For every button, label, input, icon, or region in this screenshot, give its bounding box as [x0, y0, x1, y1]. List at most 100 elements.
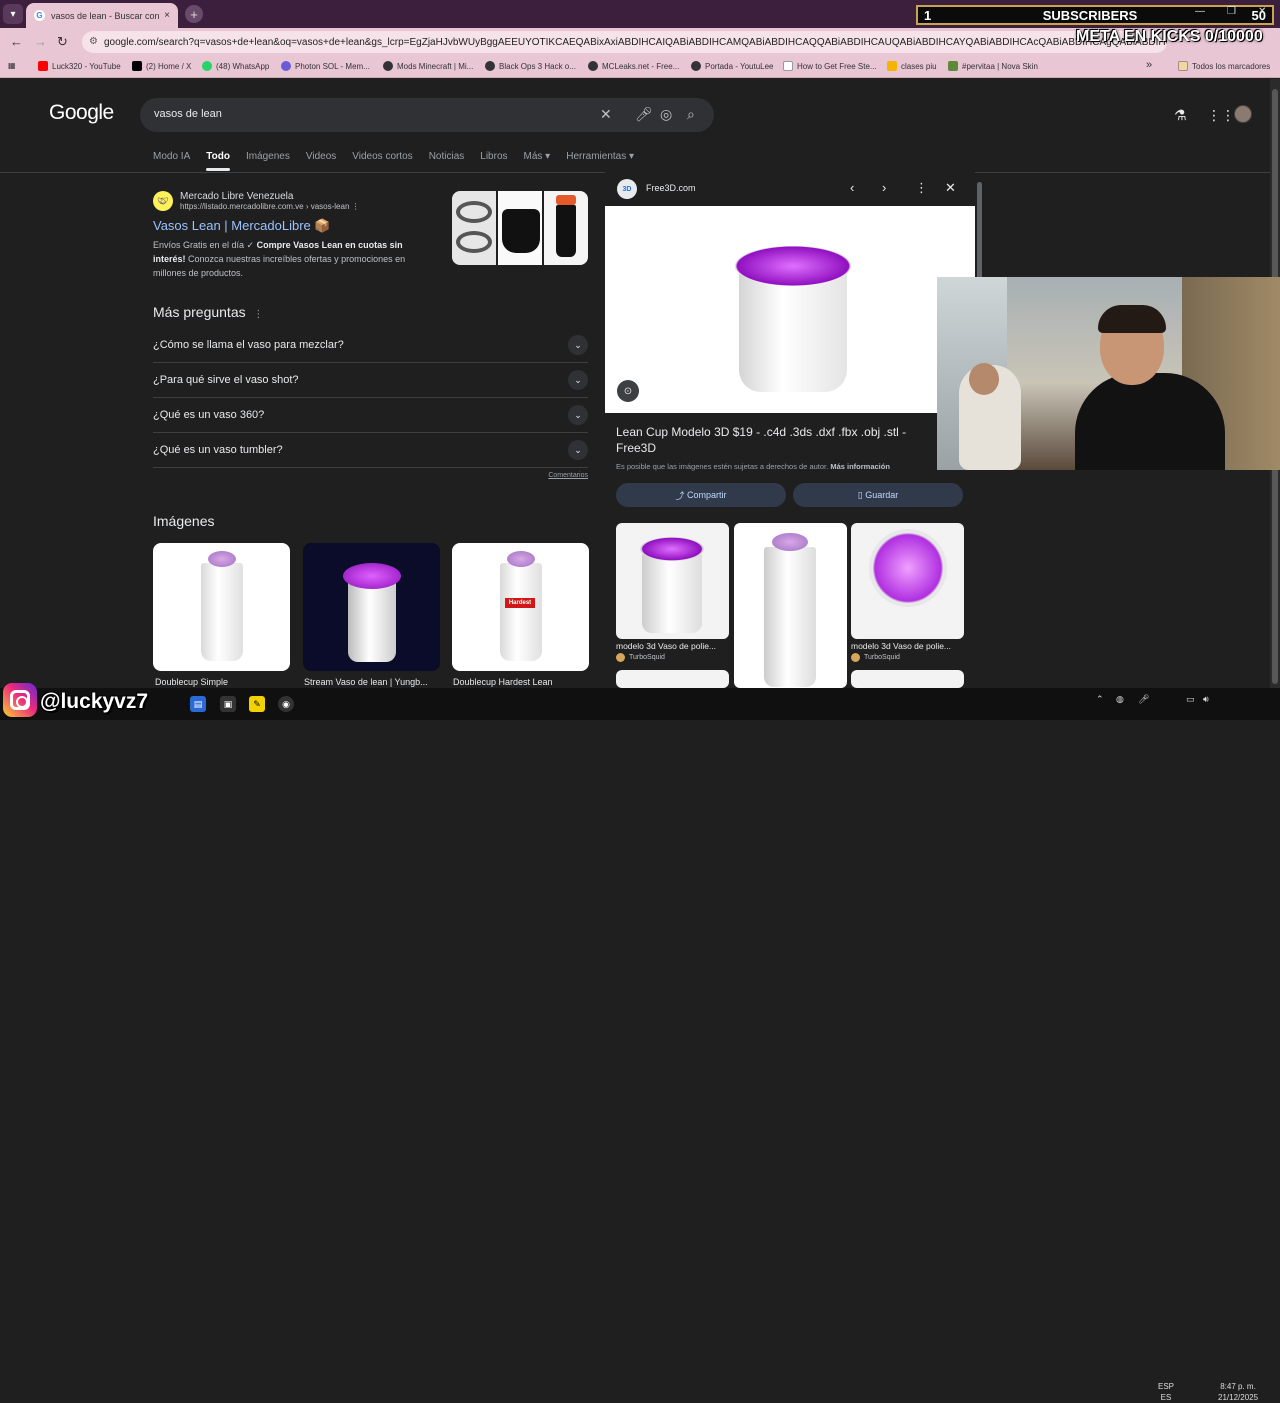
chevron-down-icon[interactable]: ⌄ [568, 440, 588, 460]
app-icon[interactable]: ▣ [220, 696, 236, 712]
tab-videos[interactable]: Videos [306, 151, 336, 162]
panel-source[interactable]: Free3D.com [646, 183, 696, 193]
tab-mas[interactable]: Más ▾ [524, 151, 551, 162]
notes-icon[interactable]: ✎ [249, 696, 265, 712]
bookmark-x[interactable]: (2) Home / X [132, 61, 191, 71]
paa-question[interactable]: ¿Qué es un vaso 360? ⌄ [153, 398, 588, 433]
microphone-icon[interactable]: 🎤︎ [635, 106, 653, 123]
result-title[interactable]: Vasos Lean | MercadoLibre 📦 [153, 218, 423, 234]
panel-title[interactable]: Lean Cup Modelo 3D $19 - .c4d .3ds .dxf … [616, 424, 916, 456]
bookmark-mods[interactable]: Mods Minecraft | Mi... [383, 61, 473, 71]
back-icon[interactable]: ← [10, 34, 23, 49]
related-image[interactable] [616, 523, 729, 639]
more-options-icon[interactable]: ⋮ [915, 180, 928, 196]
tab-videos-cortos[interactable]: Videos cortos [352, 151, 412, 162]
bookmark-photon[interactable]: Photon SOL - Mem... [281, 61, 370, 71]
apps-icon[interactable]: ▦ [8, 61, 16, 70]
image-card[interactable] [303, 543, 440, 671]
result-thumbnail[interactable] [544, 191, 588, 265]
tab-modo-ia[interactable]: Modo IA [153, 151, 190, 162]
search-icon[interactable]: ⌕ [687, 106, 695, 123]
image-caption[interactable]: Doublecup Hardest Lean [453, 677, 590, 687]
paa-question[interactable]: ¿Cómo se llama el vaso para mezclar? ⌄ [153, 328, 588, 363]
previous-icon[interactable]: ‹ [850, 180, 854, 195]
bookmarks-more-icon[interactable]: » [1146, 59, 1152, 71]
close-window-icon[interactable]: ✕ [1258, 6, 1266, 17]
tab-imagenes[interactable]: Imágenes [246, 151, 290, 162]
minimize-icon[interactable]: — [1195, 6, 1205, 17]
related-caption[interactable]: modelo 3d Vaso de polie... [851, 641, 964, 651]
related-image[interactable] [851, 523, 964, 639]
bookmark-bo3[interactable]: Black Ops 3 Hack o... [485, 61, 576, 71]
labs-icon[interactable]: ⚗ [1174, 107, 1187, 124]
tab-search-button[interactable]: ▾ [3, 4, 23, 24]
chevron-down-icon[interactable]: ⌄ [568, 335, 588, 355]
result-menu-icon[interactable]: ⋮ [352, 202, 360, 211]
search-box[interactable]: vasos de lean ✕ 🎤︎ ◎ ⌕ [140, 98, 714, 132]
tab-noticias[interactable]: Noticias [429, 151, 465, 162]
all-bookmarks[interactable]: Todos los marcadores [1178, 61, 1270, 71]
result-thumbnails[interactable] [452, 191, 588, 265]
clear-icon[interactable]: ✕ [600, 106, 612, 123]
bookmark-steam[interactable]: How to Get Free Ste... [783, 61, 877, 71]
tab-todo[interactable]: Todo [206, 151, 230, 171]
close-panel-icon[interactable]: ✕ [945, 180, 956, 196]
network-icon[interactable]: ▭ [1186, 694, 1195, 705]
result-site-name: Mercado Libre Venezuela [180, 191, 294, 202]
tab-libros[interactable]: Libros [480, 151, 507, 162]
more-info-link[interactable]: Más información [830, 462, 890, 471]
bookmark-mcleaks[interactable]: MCLeaks.net - Free... [588, 61, 679, 71]
result-thumbnail[interactable] [452, 191, 496, 265]
save-button[interactable]: ▯ Guardar [793, 483, 963, 507]
chevron-down-icon[interactable]: ⌄ [568, 405, 588, 425]
volume-icon[interactable]: 🔊︎ [1203, 694, 1209, 705]
reload-icon[interactable]: ↻ [57, 34, 68, 50]
related-image[interactable] [734, 523, 847, 688]
apps-grid-icon[interactable]: ⋮⋮ [1207, 107, 1235, 124]
ice-image [207, 551, 236, 567]
related-image[interactable] [616, 670, 729, 688]
store-icon[interactable]: ▤ [190, 696, 206, 712]
bookmark-novaskin[interactable]: #pervitaa | Nova Skin [948, 61, 1038, 71]
next-icon[interactable]: › [882, 180, 886, 195]
chevron-down-icon[interactable]: ⌄ [568, 370, 588, 390]
language-indicator[interactable]: ESP ES [1158, 1381, 1174, 1403]
microphone-tray-icon[interactable]: 🎤︎ [1138, 694, 1149, 705]
image-card[interactable]: Hardest [452, 543, 589, 671]
forward-icon[interactable]: → [34, 34, 47, 49]
maximize-icon[interactable]: ❐ [1227, 6, 1236, 17]
tab-close-icon[interactable]: × [164, 10, 170, 21]
page-icon [783, 61, 793, 71]
bookmark-youtube[interactable]: Luck320 - YouTube [38, 61, 121, 71]
image-caption[interactable]: Doublecup Simple [155, 677, 292, 687]
new-tab-button[interactable]: + [185, 5, 203, 23]
tray-app-icon[interactable]: ◍ [1116, 694, 1124, 705]
bookmark-clases[interactable]: clases piu [887, 61, 937, 71]
google-logo[interactable]: Google [49, 101, 114, 125]
clock[interactable]: 8:47 p. m. 21/12/2025 [1218, 1381, 1258, 1403]
paa-question[interactable]: ¿Para qué sirve el vaso shot? ⌄ [153, 363, 588, 398]
share-button[interactable]: ⤴ Compartir [616, 483, 786, 507]
paa-question[interactable]: ¿Qué es un vaso tumbler? ⌄ [153, 433, 588, 468]
chrome-icon[interactable]: ◉ [278, 696, 294, 712]
related-image[interactable] [851, 670, 964, 688]
site-info-icon[interactable]: ⚙ [89, 36, 98, 47]
bookmark-whatsapp[interactable]: (48) WhatsApp [202, 61, 269, 71]
result-thumbnail[interactable] [498, 191, 542, 265]
related-caption[interactable]: modelo 3d Vaso de polie... [616, 641, 729, 651]
paa-menu-icon[interactable]: ⋮ [253, 309, 263, 320]
preview-image[interactable] [605, 206, 975, 413]
bookmark-youtulee[interactable]: Portada - YoutuLee [691, 61, 774, 71]
image-card[interactable] [153, 543, 290, 671]
tab-herramientas[interactable]: Herramientas ▾ [566, 151, 634, 162]
lens-search-icon[interactable]: ⊙ [617, 380, 639, 402]
lens-icon[interactable]: ◎ [660, 106, 672, 123]
avatar[interactable] [1234, 105, 1252, 123]
search-input[interactable]: vasos de lean [154, 108, 222, 120]
tray-chevron-icon[interactable]: ⌃ [1096, 694, 1104, 705]
tab-active[interactable]: G vasos de lean - Buscar con Google × [26, 3, 178, 28]
result-site[interactable]: 🤝︎ Mercado Libre Venezuela https://lista… [153, 191, 423, 211]
image-caption[interactable]: Stream Vaso de lean | Yungb... [304, 677, 441, 687]
address-bar[interactable]: ⚙ google.com/search?q=vasos+de+lean&oq=v… [82, 31, 1167, 53]
comments-link[interactable]: Comentarios [153, 472, 588, 479]
